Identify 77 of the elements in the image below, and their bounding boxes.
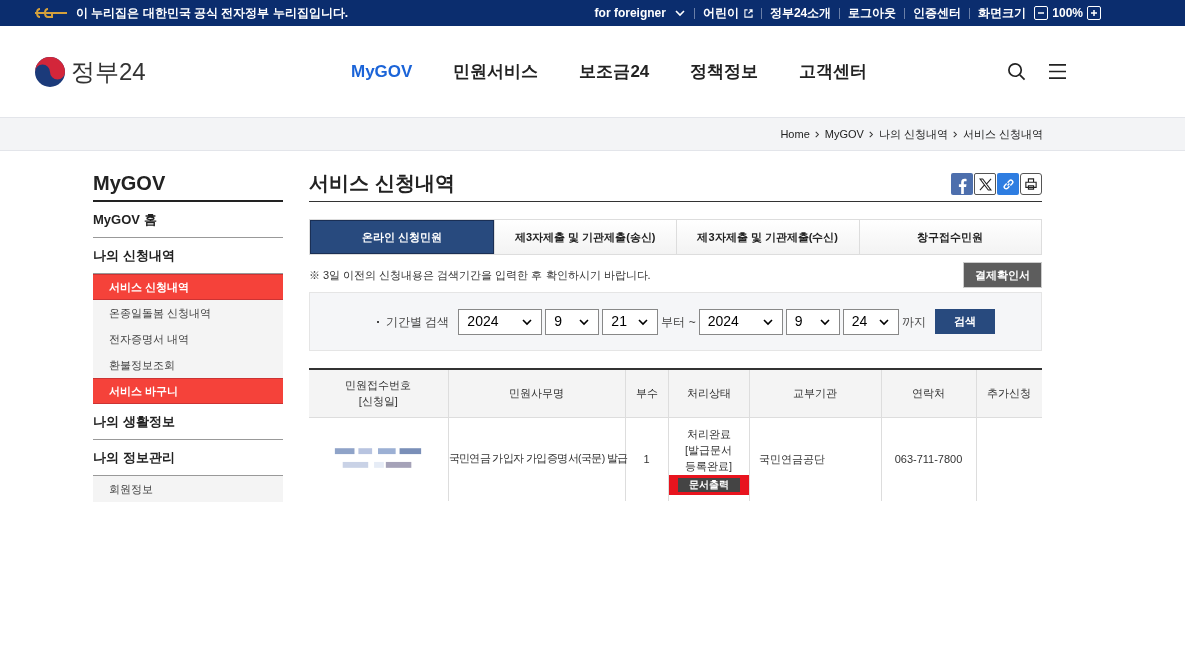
- column-header: 교부기관: [749, 369, 881, 417]
- year-select[interactable]: 2024: [458, 308, 543, 335]
- print-document-button[interactable]: 문서출력: [677, 477, 740, 492]
- column-header: 민원사무명: [448, 369, 625, 417]
- breadcrumb-link[interactable]: 서비스 신청내역: [962, 125, 1043, 143]
- from-label: 부터 ~: [661, 313, 696, 331]
- breadcrumb-link[interactable]: Home: [780, 125, 810, 143]
- copy-link-button[interactable]: [997, 173, 1019, 195]
- print-button[interactable]: [1020, 173, 1042, 195]
- column-header: 민원접수번호 [신청일]: [309, 369, 448, 417]
- month-select[interactable]: 9: [545, 308, 600, 335]
- search-icon[interactable]: [1007, 62, 1026, 81]
- zoom-in-button[interactable]: [1087, 6, 1101, 20]
- taegeuk-logo-icon: [34, 55, 66, 88]
- sidebar-section[interactable]: MyGOV 홈: [93, 202, 283, 238]
- breadcrumb-link[interactable]: 나의 신청내역: [878, 125, 948, 143]
- plus-icon: [1090, 9, 1098, 17]
- tab[interactable]: 온라인 신청민원: [310, 220, 494, 254]
- nav-menu-item[interactable]: 정책정보: [690, 58, 759, 85]
- external-link-icon: [743, 8, 753, 18]
- sidebar-title: MyGOV: [93, 168, 283, 202]
- top-link[interactable]: 정부24소개: [761, 4, 840, 22]
- link-icon: [1001, 177, 1015, 191]
- payment-receipt-button[interactable]: 결제확인서: [963, 262, 1042, 288]
- nav-menu-item[interactable]: 보조금24: [579, 58, 650, 85]
- table-cell: 국민연금공단: [749, 417, 881, 501]
- sidebar-item[interactable]: 서비스 바구니: [93, 378, 283, 404]
- column-header: 연락처: [881, 369, 976, 417]
- nav-menu-item[interactable]: 민원서비스: [453, 58, 539, 85]
- top-link[interactable]: for foreigner: [586, 4, 694, 22]
- facebook-icon: [957, 177, 967, 195]
- search-button[interactable]: 검색: [934, 309, 995, 334]
- sidebar-item[interactable]: 서비스 신청내역: [93, 274, 283, 300]
- chevron-right-icon: [813, 130, 821, 138]
- x-logo-icon: [978, 177, 992, 191]
- printer-icon: [1025, 178, 1037, 190]
- top-link[interactable]: 로그아웃: [840, 4, 905, 22]
- sidebar-item[interactable]: 온종일돌봄 신청내역: [93, 300, 283, 326]
- chevron-down-icon: [673, 7, 686, 19]
- tab[interactable]: 제3자제출 및 기관제출(송신): [493, 220, 676, 254]
- sidebar-item[interactable]: 회원정보: [93, 476, 283, 502]
- day-select[interactable]: 21: [602, 308, 659, 335]
- logo-text: 정부24: [71, 56, 146, 87]
- year-select[interactable]: 2024: [698, 308, 783, 335]
- period-search-label: 기간별 검색: [386, 313, 450, 331]
- until-label: 까지: [901, 313, 926, 331]
- zoom-label: 화면크기: [977, 5, 1028, 22]
- zoom-out-button[interactable]: [1034, 6, 1049, 20]
- column-header: 추가신청: [976, 369, 1042, 417]
- zoom-value: 100%: [1051, 5, 1084, 22]
- column-header: 부수: [625, 369, 668, 417]
- x-share-button[interactable]: [974, 173, 996, 195]
- official-site-notice: 이 누리집은 대한민국 공식 전자정부 누리집입니다.: [76, 5, 348, 22]
- table-cell: 국민연금 가입자 가입증명서(국문) 발급: [448, 417, 625, 501]
- status-text: 처리완료 [발급문서 등록완료]: [683, 426, 734, 474]
- sidebar-section[interactable]: 나의 생활정보: [93, 404, 283, 440]
- nav-menu-item[interactable]: MyGOV: [351, 58, 413, 85]
- top-link[interactable]: 어린이: [694, 4, 761, 22]
- page-title: 서비스 신청내역: [309, 171, 455, 196]
- top-link[interactable]: 인증센터: [905, 4, 970, 22]
- chevron-right-icon: [867, 130, 875, 138]
- sidebar-item[interactable]: 환불정보조회: [93, 352, 283, 378]
- tab[interactable]: 창구접수민원: [858, 220, 1041, 254]
- minus-icon: [1037, 9, 1046, 17]
- menu-icon[interactable]: [1048, 63, 1067, 80]
- tab[interactable]: 제3자제출 및 기관제출(수신): [676, 220, 859, 254]
- nav-menu-item[interactable]: 고객센터: [799, 58, 868, 85]
- breadcrumb-link[interactable]: MyGOV: [824, 125, 864, 143]
- eg-logo-icon: [34, 7, 68, 19]
- month-select[interactable]: 9: [785, 308, 840, 335]
- table-cell: 063-711-7800: [881, 417, 976, 501]
- sidebar-item[interactable]: 전자증명서 내역: [93, 326, 283, 352]
- chevron-right-icon: [951, 130, 959, 138]
- column-header: 처리상태: [668, 369, 749, 417]
- facebook-share-button[interactable]: [951, 173, 973, 195]
- day-select[interactable]: 24: [842, 308, 899, 335]
- search-period-notice: ※ 3일 이전의 신청내용은 검색기간을 입력한 후 확인하시기 바랍니다.: [309, 267, 651, 283]
